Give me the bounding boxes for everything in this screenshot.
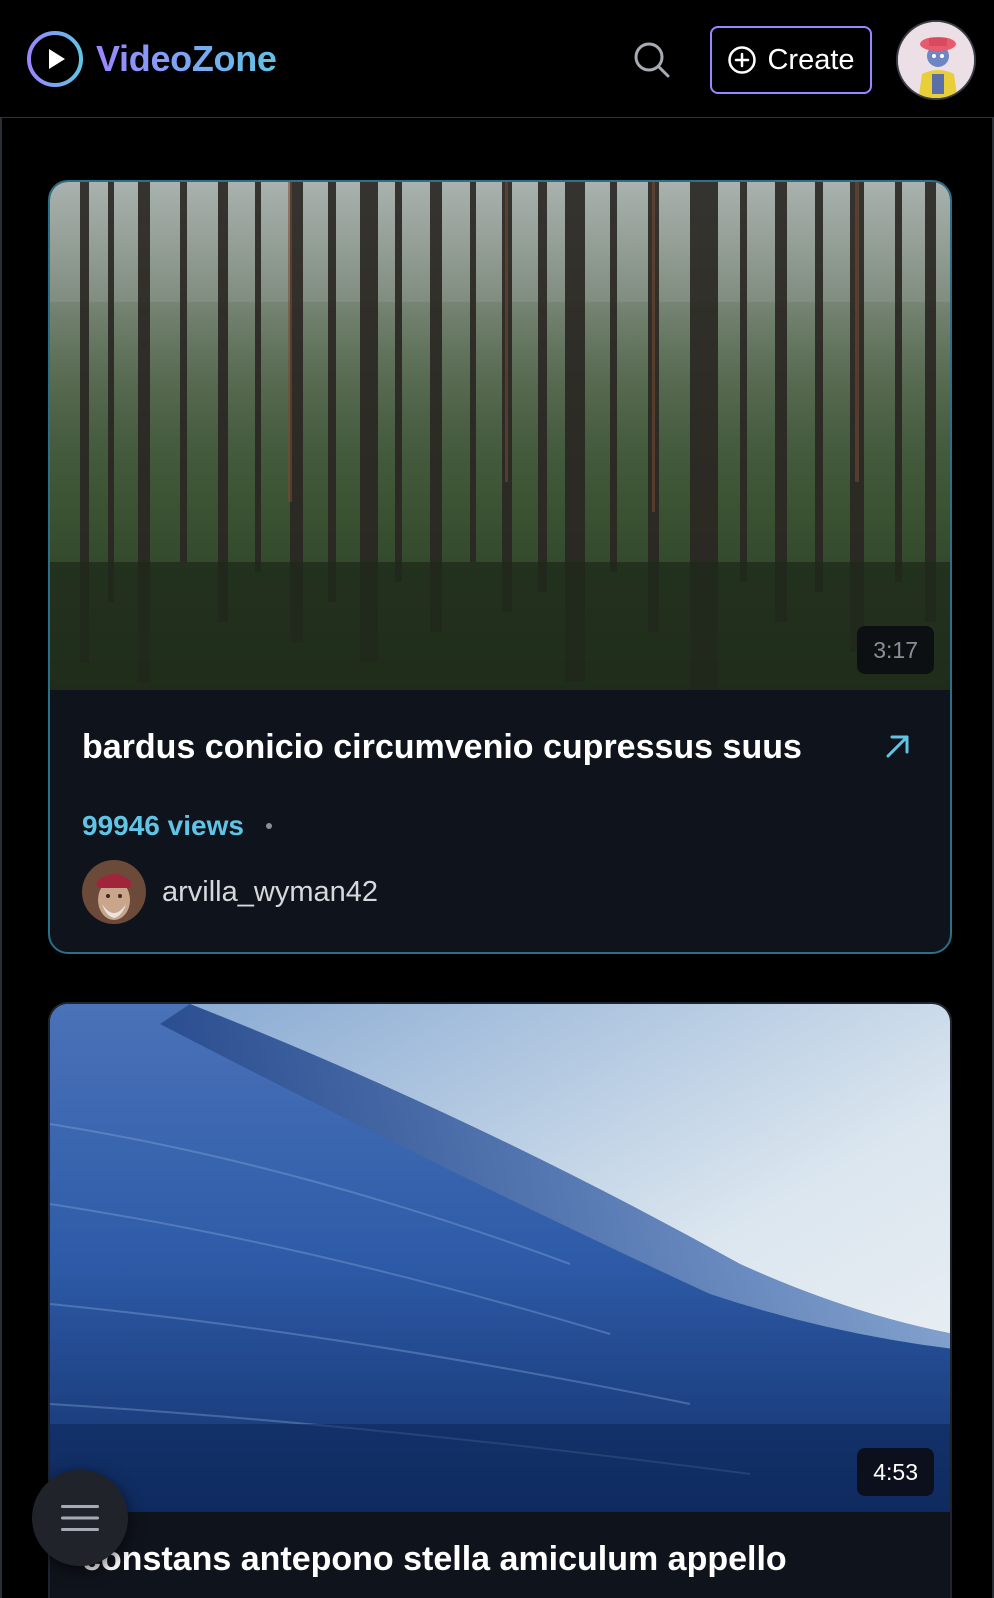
author-avatar-image [82,860,146,924]
duration-badge: 3:17 [857,626,934,674]
forest-image [50,182,950,690]
external-link-arrow-icon[interactable] [880,728,916,764]
logo[interactable]: VideoZone [26,30,277,88]
search-icon[interactable] [632,40,672,80]
create-button[interactable]: Create [710,26,872,94]
menu-button[interactable] [32,1470,128,1566]
top-header: VideoZone Create [0,0,994,118]
video-thumbnail-forest[interactable]: 3:17 [50,182,950,690]
video-meta: 99946 views [82,810,272,842]
play-circle-icon [27,31,83,87]
plus-circle-icon [728,46,757,74]
video-title[interactable]: bardus conicio circumvenio cupressus suu… [82,728,882,767]
author-name[interactable]: arvilla_wyman42 [162,876,378,909]
view-count: 99946 views [82,810,244,841]
video-title[interactable]: constans antepono stella amiculum appell… [82,1540,882,1579]
create-button-label: Create [767,43,855,76]
video-thumbnail-ocean[interactable]: 4:53 [50,1004,950,1512]
author[interactable]: arvilla_wyman42 [82,860,378,924]
ocean-wave-image [50,1004,950,1512]
video-card[interactable]: 3:17 bardus conicio circumvenio cupressu… [48,180,952,954]
user-avatar[interactable] [896,20,976,100]
menu-icon [61,1505,99,1531]
logo-text: VideoZone [96,38,277,79]
user-avatar-image [898,22,974,98]
separator-dot [265,823,272,829]
author-avatar[interactable] [82,860,146,924]
video-card[interactable]: 4:53 constans antepono stella amiculum a… [48,1002,952,1598]
duration-badge: 4:53 [857,1448,934,1496]
